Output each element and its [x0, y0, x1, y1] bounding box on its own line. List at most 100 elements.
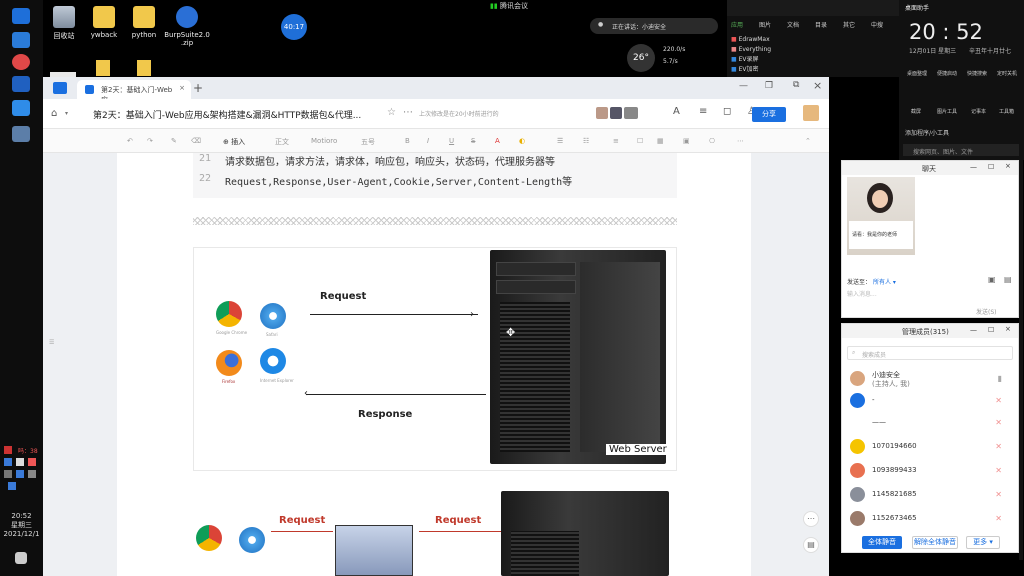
highlight-icon[interactable]: ◐: [519, 137, 525, 145]
video-thumbnail[interactable]: 请看：我是你的老师: [847, 177, 915, 255]
mic-muted-icon[interactable]: ✕: [995, 490, 1002, 499]
list-icon[interactable]: ≡: [699, 106, 707, 117]
desktop-folder-icon[interactable]: [96, 60, 110, 76]
more-icon[interactable]: ⋯: [803, 511, 819, 527]
desktop-folder-icon[interactable]: [137, 60, 151, 76]
align-icon[interactable]: ≡: [613, 137, 619, 145]
tool-quick-launch[interactable]: 便捷启动: [937, 70, 957, 77]
close-window-icon[interactable]: ×: [813, 79, 822, 92]
collaborator-avatar[interactable]: [596, 107, 608, 119]
strikethrough-button[interactable]: S: [471, 137, 475, 145]
tool-image[interactable]: 图片工具: [937, 108, 957, 115]
chevron-down-icon[interactable]: ▾: [893, 279, 896, 286]
minimize-icon[interactable]: —: [739, 81, 748, 91]
tray-network-icon[interactable]: [4, 458, 12, 466]
more-tools-icon[interactable]: ⋯: [737, 137, 744, 145]
desktop-icon-python[interactable]: python: [124, 6, 164, 39]
mic-muted-icon[interactable]: ✕: [995, 396, 1002, 405]
search-bar[interactable]: [727, 0, 899, 16]
minimize-icon[interactable]: —: [970, 163, 977, 171]
desktop-icon-ywback[interactable]: ywback: [84, 6, 124, 39]
tray-red-icon[interactable]: [4, 446, 12, 454]
member-row[interactable]: 1093899433 ✕: [842, 460, 1022, 482]
meeting-timer[interactable]: 40:17: [281, 14, 307, 40]
tab-docs[interactable]: 文档: [787, 20, 799, 29]
code-block[interactable]: 21 请求数据包，请求方法，请求体，响应包，响应头，状态码，代理服务器等 22 …: [193, 153, 677, 198]
image-icon[interactable]: ▣: [988, 275, 996, 284]
tool-desktop-organize[interactable]: 桌面整理: [907, 70, 927, 77]
tray-volume-icon[interactable]: [16, 458, 24, 466]
send-button[interactable]: 发送(S): [976, 307, 997, 316]
font-select[interactable]: Motioro: [311, 137, 337, 145]
checkbox-icon[interactable]: ☐: [637, 137, 643, 145]
close-icon[interactable]: ×: [1005, 162, 1011, 170]
app-item-everything[interactable]: ■ Everything: [731, 45, 771, 55]
tray-list-icon[interactable]: [8, 482, 16, 490]
redo-icon[interactable]: ↷: [147, 137, 153, 145]
bold-button[interactable]: B: [405, 137, 410, 145]
mute-all-button[interactable]: 全体静音: [862, 536, 902, 549]
minimize-icon[interactable]: —: [970, 326, 977, 334]
document-page[interactable]: 21 请求数据包，请求方法，请求体，响应包，响应头，状态码，代理服务器等 22 …: [117, 153, 751, 576]
tab-document[interactable]: 第2天：基础入门-Web应... ×: [77, 80, 191, 104]
diagram-request-response[interactable]: Google Chrome Safari Firefox Internet Ex…: [193, 247, 677, 471]
underline-button[interactable]: U: [449, 137, 454, 145]
desktop-icon-recycle-bin[interactable]: 回收站: [44, 6, 84, 41]
clear-format-icon[interactable]: ⌫: [191, 137, 201, 145]
pin-icon[interactable]: ⧉: [793, 80, 799, 90]
computer-icon[interactable]: [12, 126, 30, 142]
outline-toggle-icon[interactable]: ☰: [49, 339, 54, 346]
file-icon[interactable]: ▤: [1004, 275, 1012, 284]
meeting-icon[interactable]: [12, 100, 30, 116]
tray-bluetooth-icon[interactable]: [16, 470, 24, 478]
more-button[interactable]: 更多 ▾: [966, 536, 1000, 549]
home-icon[interactable]: ⌂: [51, 108, 57, 119]
document-menu-icon[interactable]: ⋯: [403, 107, 413, 118]
mic-muted-icon[interactable]: ✕: [995, 442, 1002, 451]
mic-muted-icon[interactable]: ✕: [995, 418, 1002, 427]
tool-quick-search[interactable]: 快捷搜索: [967, 70, 987, 77]
member-row[interactable]: 1070194660 ✕: [842, 436, 1022, 458]
image-icon[interactable]: ▣: [683, 137, 690, 145]
desktop-icon-burpsuite[interactable]: BurpSuite2.0 .zip: [164, 6, 210, 47]
system-tray[interactable]: 吗：38: [4, 446, 40, 490]
share-button[interactable]: 分享: [752, 107, 786, 122]
app-item-edrawmax[interactable]: ■ EdrawMax: [731, 35, 771, 45]
tab-apps[interactable]: 应用: [731, 20, 743, 29]
collapse-toolbar-icon[interactable]: ⌃: [805, 137, 811, 145]
member-row[interactable]: —— ✕: [842, 412, 1022, 434]
tab-images[interactable]: 图片: [759, 20, 771, 29]
unmute-all-button[interactable]: 解除全体静音: [912, 536, 958, 549]
bullet-list-icon[interactable]: ☰: [557, 137, 563, 145]
tray-ime-icon[interactable]: [28, 470, 36, 478]
tool-toolbox[interactable]: 工具箱: [999, 108, 1014, 115]
undo-icon[interactable]: ↶: [127, 137, 133, 145]
font-size-icon[interactable]: A: [673, 106, 680, 117]
size-select[interactable]: 五号: [361, 137, 375, 147]
comment-icon[interactable]: ◻: [723, 106, 731, 117]
format-painter-icon[interactable]: ✎: [171, 137, 177, 145]
tool-shutdown-timer[interactable]: 定时关机: [997, 70, 1017, 77]
tool-notepad[interactable]: 记事本: [971, 108, 986, 115]
taskbar-clock[interactable]: 20:52 星期三 2021/12/1: [0, 512, 43, 539]
number-list-icon[interactable]: ☷: [583, 137, 589, 145]
notification-icon[interactable]: [15, 552, 27, 564]
member-row[interactable]: 小迪安全 (主持人, 我) ▮: [842, 368, 1022, 390]
member-row[interactable]: - ✕: [842, 390, 1022, 412]
member-row[interactable]: 1145821685 ✕: [842, 484, 1022, 506]
app-item-ev-encrypt[interactable]: ■ EV加密: [731, 65, 771, 75]
collaborator-count-badge[interactable]: [624, 107, 638, 119]
wps-icon[interactable]: [12, 76, 30, 92]
windows-start-icon[interactable]: [12, 8, 30, 24]
file-explorer-icon[interactable]: [12, 32, 30, 48]
tray-mic-icon[interactable]: [4, 470, 12, 478]
restore-icon[interactable]: ☐: [988, 163, 994, 171]
close-tab-icon[interactable]: ×: [179, 84, 185, 92]
diagram-proxy[interactable]: Request Request: [193, 487, 677, 576]
tool-screenshot[interactable]: 截屏: [911, 108, 921, 115]
mic-muted-icon[interactable]: ✕: [995, 514, 1002, 523]
send-to-select[interactable]: 所有人: [873, 279, 891, 286]
close-icon[interactable]: ×: [1005, 325, 1011, 333]
new-tab-icon[interactable]: +: [193, 81, 203, 95]
add-widget-link[interactable]: 添加程序/小工具: [905, 128, 949, 137]
